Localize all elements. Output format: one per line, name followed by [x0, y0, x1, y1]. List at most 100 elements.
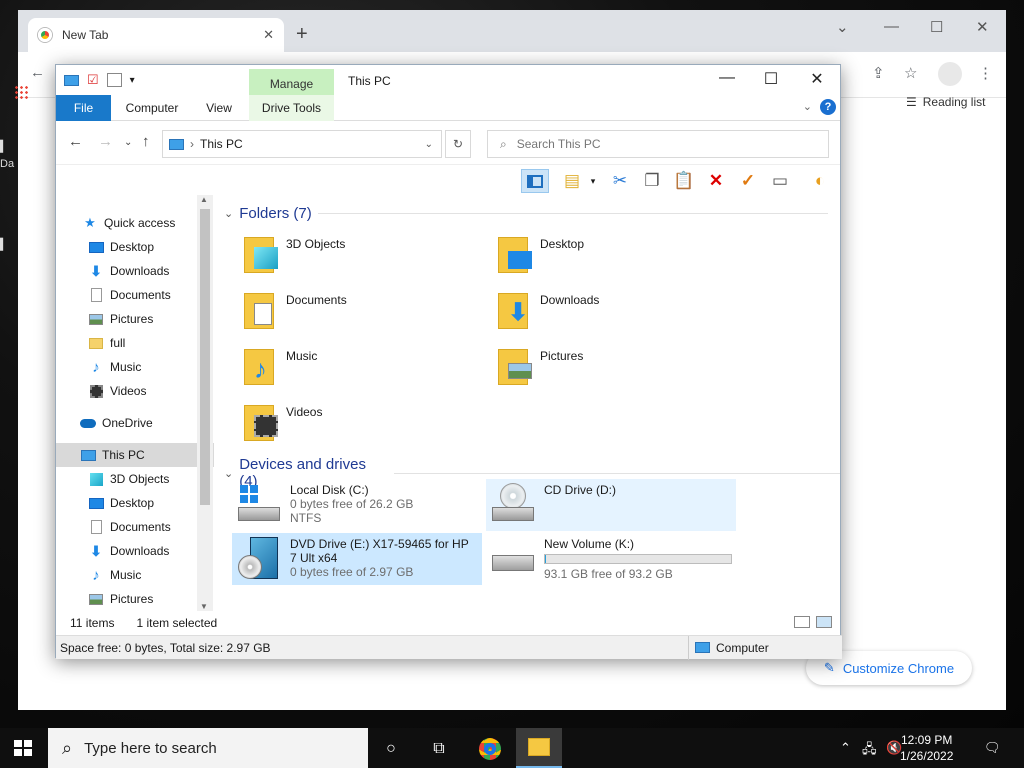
folder-desktop[interactable]: Desktop — [494, 233, 734, 281]
nav-pc-downloads[interactable]: ⬇ Downloads — [56, 539, 214, 563]
menu-icon[interactable]: ⋮ — [978, 64, 993, 82]
nav-label: Quick access — [104, 216, 176, 230]
new-folder-icon[interactable] — [106, 73, 122, 87]
recent-locations-icon[interactable]: ⌄ — [124, 137, 132, 148]
chrome-tab[interactable]: New Tab ✕ — [28, 18, 284, 52]
scroll-thumb[interactable] — [200, 209, 210, 505]
nav-scrollbar[interactable]: ▲ ▼ — [197, 195, 213, 611]
cortana-icon[interactable]: ○ — [378, 736, 404, 762]
desktop-icon-fragment[interactable]: ▍ — [0, 140, 16, 153]
address-bar[interactable]: › This PC ⌄ — [162, 130, 442, 158]
drive-cd-d[interactable]: CD Drive (D:) — [486, 479, 736, 531]
details-view-icon[interactable] — [794, 616, 810, 628]
close-button[interactable]: ✕ — [976, 18, 989, 36]
nav-pc-pictures[interactable]: Pictures — [56, 587, 214, 611]
tab-file[interactable]: File — [56, 95, 111, 121]
nav-quick-music[interactable]: ♪ Music — [56, 355, 214, 379]
rename-check-icon[interactable]: ✓ — [734, 169, 762, 193]
help-icon[interactable]: ? — [820, 99, 836, 115]
drive-local-disk-c[interactable]: Local Disk (C:) 0 bytes free of 26.2 GB … — [232, 479, 482, 531]
tab-view[interactable]: View — [196, 95, 242, 121]
nav-pc-documents[interactable]: Documents — [56, 515, 214, 539]
folders-header-label: Folders (7) — [239, 205, 312, 222]
address-dropdown-icon[interactable]: ⌄ — [425, 139, 433, 150]
minimize-button[interactable]: — — [712, 69, 742, 87]
manage-tab[interactable]: Manage — [249, 69, 334, 95]
delete-icon[interactable]: ✕ — [702, 169, 730, 193]
maximize-button[interactable]: ☐ — [930, 18, 943, 36]
chrome-taskbar-icon[interactable] — [477, 736, 503, 762]
network-icon[interactable]: 🖧 — [862, 740, 877, 762]
search-box[interactable]: ⌕ Search This PC — [487, 130, 829, 158]
folder-videos[interactable]: Videos — [240, 401, 480, 449]
folders-group-header[interactable]: ⌄ Folders (7) — [224, 205, 828, 222]
nav-quick-pictures[interactable]: Pictures 📌 — [56, 307, 214, 331]
nav-quick-downloads[interactable]: ⬇ Downloads 📌 — [56, 259, 214, 283]
new-tab-button[interactable]: + — [296, 23, 308, 46]
nav-pc-3d-objects[interactable]: 3D Objects — [56, 467, 214, 491]
copy-icon[interactable]: ❐ — [638, 169, 666, 193]
folder-downloads[interactable]: ⬇ Downloads — [494, 289, 734, 337]
folder-pictures[interactable]: Pictures — [494, 345, 734, 393]
bookmark-star-icon[interactable]: ☆ — [904, 64, 917, 82]
back-button[interactable]: ← — [68, 133, 83, 150]
downloads-icon: ⬇ — [90, 262, 102, 279]
shell-icon[interactable]: ◐ — [806, 169, 834, 193]
nav-onedrive[interactable]: OneDrive — [56, 411, 214, 435]
properties-icon[interactable]: ▭ — [766, 169, 794, 193]
scroll-down-icon[interactable]: ▼ — [200, 602, 208, 611]
nav-quick-documents[interactable]: Documents 📌 — [56, 283, 214, 307]
folder-label: Videos — [286, 405, 323, 419]
minimize-button[interactable]: — — [884, 18, 899, 35]
paste-icon[interactable]: 📋 — [670, 169, 698, 193]
profile-avatar[interactable] — [938, 62, 962, 86]
cut-icon[interactable]: ✂ — [606, 169, 634, 193]
new-folder-dropdown-icon[interactable]: ▾ — [586, 169, 600, 193]
reading-list-icon: ☰ — [906, 95, 917, 109]
properties-icon[interactable]: ☑ — [87, 72, 99, 88]
maximize-button[interactable]: ☐ — [756, 69, 786, 89]
folder-3d-objects[interactable]: 3D Objects — [240, 233, 480, 281]
close-button[interactable]: ✕ — [802, 69, 832, 89]
file-explorer-taskbar-button[interactable] — [516, 728, 562, 768]
nav-pc-desktop[interactable]: Desktop — [56, 491, 214, 515]
new-folder-icon[interactable]: ▤ — [558, 169, 586, 193]
desktop-icon — [88, 497, 104, 509]
chevron-up-icon[interactable]: ⌃ — [840, 740, 851, 756]
nav-quick-access[interactable]: ★ Quick access — [56, 211, 214, 235]
drive-new-volume-k[interactable]: New Volume (K:) 93.1 GB free of 93.2 GB — [486, 533, 748, 585]
back-icon[interactable]: ← — [30, 64, 45, 81]
qat-dropdown-icon[interactable]: ▾ — [130, 75, 135, 86]
tab-close-icon[interactable]: ✕ — [263, 27, 274, 43]
nav-pc-music[interactable]: ♪ Music — [56, 563, 214, 587]
nav-quick-desktop[interactable]: Desktop 📌 — [56, 235, 214, 259]
refresh-button[interactable]: ↻ — [445, 130, 471, 158]
notifications-icon[interactable]: 🗨 — [984, 740, 1001, 756]
task-view-icon[interactable]: ⧉ — [426, 736, 452, 762]
share-icon[interactable]: ⇪ — [872, 64, 885, 82]
forward-button[interactable]: → — [98, 133, 113, 150]
up-button[interactable]: ↑ — [142, 133, 150, 150]
nav-quick-videos[interactable]: Videos — [56, 379, 214, 403]
apps-grid-icon[interactable] — [14, 85, 28, 99]
folder-documents-icon — [240, 289, 280, 333]
drive-usage-bar — [544, 554, 732, 564]
star-icon: ★ — [84, 215, 96, 230]
windows-start-icon[interactable] — [14, 740, 32, 756]
desktop-icon-fragment-2[interactable]: ▍ — [0, 238, 16, 251]
ribbon-expand-icon[interactable]: ⌄ — [803, 100, 812, 113]
nav-quick-full[interactable]: full 📌 — [56, 331, 214, 355]
large-icons-view-icon[interactable] — [816, 616, 832, 628]
drive-dvd-e[interactable]: DVD Drive (E:) X17-59465 for HP 7 Ult x6… — [232, 533, 482, 585]
tab-computer[interactable]: Computer — [118, 95, 186, 121]
folder-music[interactable]: ♪ Music — [240, 345, 480, 393]
system-clock[interactable]: 12:09 PM 1/26/2022 — [900, 732, 953, 764]
tab-drive-tools[interactable]: Drive Tools — [249, 95, 334, 121]
nav-this-pc[interactable]: This PC — [56, 443, 214, 467]
preview-pane-icon[interactable] — [521, 169, 549, 193]
taskbar-search-box[interactable]: ⌕ Type here to search — [48, 728, 368, 768]
folder-documents[interactable]: Documents — [240, 289, 480, 337]
reading-list-button[interactable]: ☰ Reading list — [906, 95, 985, 109]
scroll-up-icon[interactable]: ▲ — [200, 195, 208, 204]
chevron-down-icon[interactable]: ⌄ — [836, 18, 849, 36]
